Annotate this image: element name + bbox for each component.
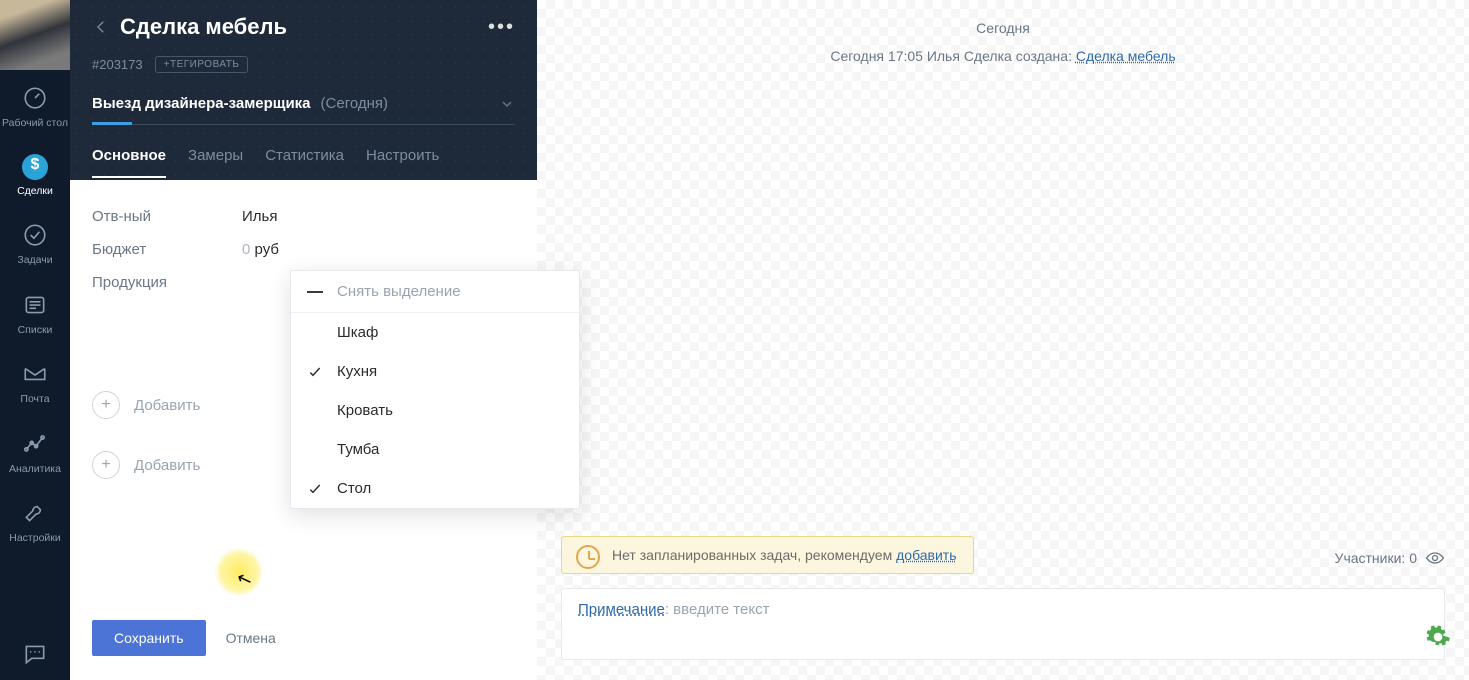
back-icon[interactable] [92,18,110,36]
stage-name: Выезд дизайнера-замерщика [92,95,311,112]
rail-label: Настройки [9,533,61,545]
dropdown-clear-label: Снять выделение [337,283,461,300]
chevron-down-icon [499,96,515,112]
note-input[interactable]: Примечание: введите текст [561,588,1445,660]
budget-value[interactable]: 0 руб [242,241,515,258]
list-icon [21,291,49,319]
note-placeholder: введите текст [673,601,769,618]
save-button[interactable]: Сохранить [92,620,206,656]
rail-item-chat[interactable] [0,626,70,680]
dropdown-clear[interactable]: Снять выделение [291,271,579,313]
dropdown-option[interactable]: Кухня [291,352,579,391]
deal-form: Отв-ный Илья Бюджет 0 руб Продукция Снят… [70,180,537,499]
dropdown-option-label: Тумба [337,441,379,458]
dropdown-option[interactable]: Шкаф [291,313,579,352]
avatar[interactable] [0,0,70,70]
rail-item-analytics[interactable]: Аналитика [0,416,70,486]
cursor-icon: ↖ [234,567,255,592]
feed-day-label: Сегодня [561,20,1445,36]
feed-event: Сегодня 17:05 Илья Сделка создана: Сделк… [561,48,1445,64]
plus-icon: + [92,391,120,419]
rail-label: Сделки [17,186,53,198]
chat-icon [21,640,49,668]
analytics-icon [21,430,49,458]
add-company-label: Добавить [134,457,200,474]
wrench-icon [21,499,49,527]
banner-text: Нет запланированных задач, рекомендуем [612,547,896,563]
deal-title[interactable]: Сделка мебель [120,14,478,40]
check-circle-icon [21,221,49,249]
feed-event-link[interactable]: Сделка мебель [1076,48,1176,64]
note-label[interactable]: Примечание [578,601,665,618]
rail-label: Задачи [17,255,52,267]
participants-label: Участники: 0 [1335,550,1417,566]
budget-currency: руб [255,241,279,258]
responsible-label: Отв-ный [92,208,242,225]
rail-item-deals[interactable]: Сделки [0,140,70,208]
eye-icon [1425,548,1445,568]
cancel-button[interactable]: Отмена [226,630,276,646]
dropdown-option[interactable]: Кровать [291,391,579,430]
responsible-value[interactable]: Илья [242,208,515,225]
products-dropdown: Снять выделение Шкаф Кухня Кровать Тумба Сто… [290,270,580,509]
dropdown-option[interactable]: Стол [291,469,579,508]
dropdown-option-label: Шкаф [337,324,378,341]
check-icon [307,481,323,497]
rail-item-lists[interactable]: Списки [0,277,70,347]
tab-customize[interactable]: Настроить [366,139,439,178]
rail-item-dashboard[interactable]: Рабочий стол [0,70,70,140]
deal-tabs: Основное Замеры Статистика Настроить [92,139,515,180]
budget-amount: 0 [242,241,250,258]
tab-main[interactable]: Основное [92,139,166,178]
dropdown-option-label: Стол [337,480,371,497]
form-footer: Сохранить Отмена [70,602,537,680]
rail-label: Почта [20,394,49,406]
participants[interactable]: Участники: 0 [1335,548,1445,568]
rail-item-tasks[interactable]: Задачи [0,207,70,277]
stage-selector[interactable]: Выезд дизайнера-замерщика (Сегодня) [92,95,515,125]
tab-measurements[interactable]: Замеры [188,139,243,178]
budget-label: Бюджет [92,241,242,258]
rail-item-mail[interactable]: Почта [0,346,70,416]
check-icon [307,325,323,341]
cursor-highlight [215,548,263,596]
plus-icon: + [92,451,120,479]
dropdown-option-label: Кровать [337,402,393,419]
gauge-icon [21,84,49,112]
products-label: Продукция [92,274,242,291]
deal-panel: Сделка мебель ••• #203173 +ТЕГИРОВАТЬ Вы… [70,0,537,680]
clock-icon [576,545,600,569]
rail-label: Списки [18,325,53,337]
stage-date: (Сегодня) [321,95,388,112]
check-icon [307,442,323,458]
tab-statistics[interactable]: Статистика [265,139,344,178]
dropdown-option[interactable]: Тумба [291,430,579,469]
rail-item-settings[interactable]: Настройки [0,485,70,555]
tag-button[interactable]: +ТЕГИРОВАТЬ [155,56,249,73]
deal-id: #203173 [92,57,143,72]
feed-event-text: Сегодня 17:05 Илья Сделка создана: [830,48,1072,64]
more-icon[interactable]: ••• [488,16,515,39]
panel-header: Сделка мебель ••• #203173 +ТЕГИРОВАТЬ Вы… [70,0,537,180]
banner-add-link[interactable]: добавить [896,547,956,563]
nav-rail: Рабочий стол Сделки Задачи Списки Почта [0,0,70,680]
rail-label: Рабочий стол [2,118,68,130]
check-icon [307,364,323,380]
deals-icon [22,154,48,180]
minus-icon [307,284,323,300]
add-contact-label: Добавить [134,397,200,414]
check-icon [307,403,323,419]
activity-feed: Сегодня Сегодня 17:05 Илья Сделка создан… [537,0,1469,680]
note-separator: : [665,601,673,618]
dropdown-option-label: Кухня [337,363,377,380]
no-tasks-banner: Нет запланированных задач, рекомендуем д… [561,536,974,574]
rail-label: Аналитика [9,464,61,476]
feed-settings-button[interactable] [1423,622,1453,652]
mail-icon [21,360,49,388]
